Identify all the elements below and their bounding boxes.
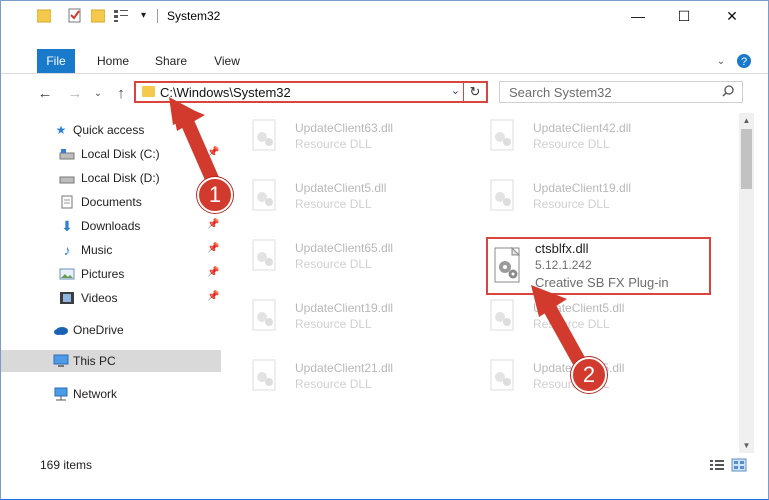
arrow-to-file [531, 285, 586, 365]
arrow-to-address-bar [169, 97, 220, 184]
annotation-arrows [169, 97, 586, 365]
step-1-badge: 1 [197, 177, 233, 213]
step-2-badge: 2 [571, 357, 607, 393]
explorer-window: ▾ System32 — ☐ ✕ File Home Share View ⌄ … [0, 0, 769, 500]
